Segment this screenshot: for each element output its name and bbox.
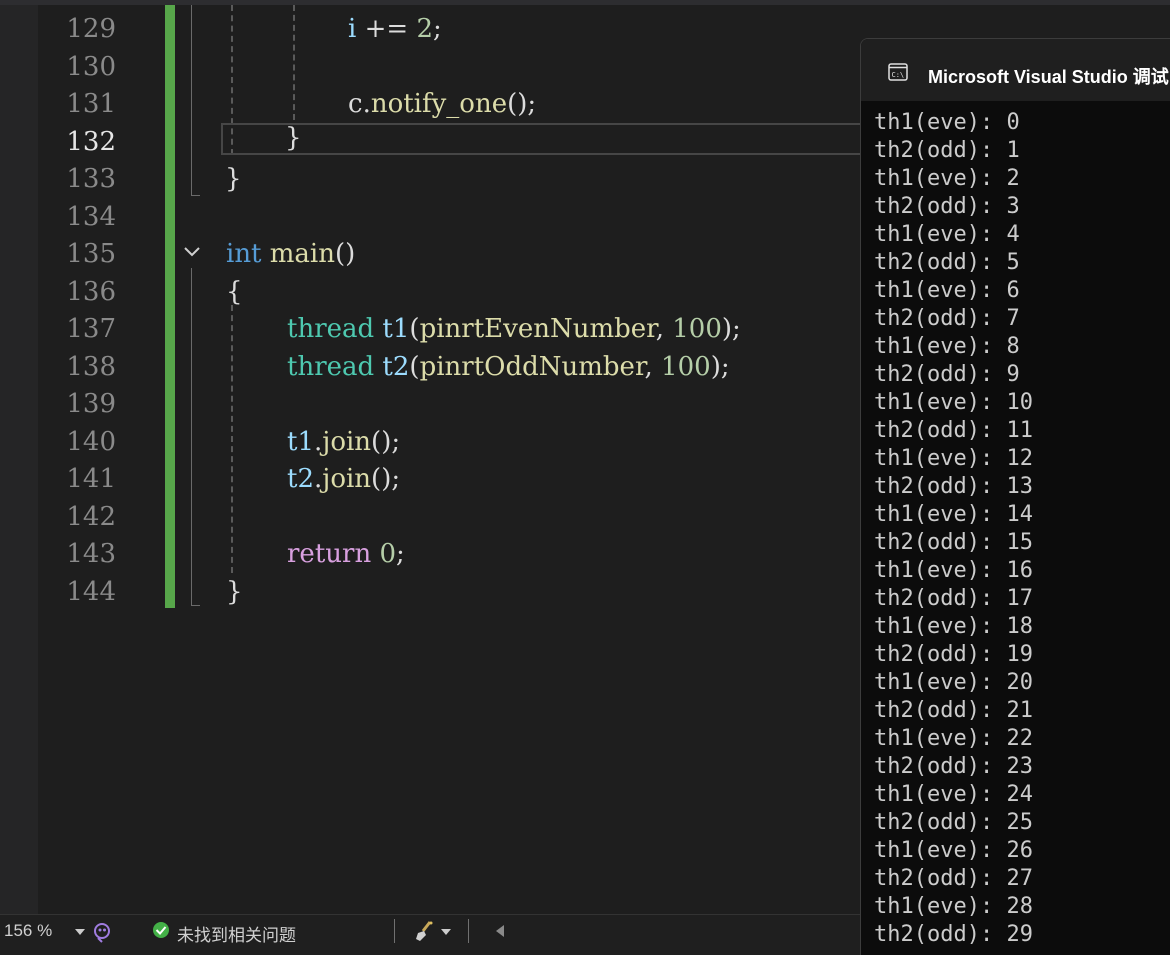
code-editor[interactable]: 129 130 131 132 133 134 135 136 137 138 … xyxy=(38,5,860,914)
console-output-line: th1(eve): 6 xyxy=(874,278,1020,303)
code-line-140: t1.join(); xyxy=(287,427,401,457)
line-number: 131 xyxy=(66,89,116,119)
svg-text:C:\: C:\ xyxy=(892,71,905,79)
console-output-line: th2(odd): 3 xyxy=(874,194,1020,219)
console-output-line: th1(eve): 12 xyxy=(874,446,1033,471)
scope-bracket xyxy=(191,5,200,196)
copilot-icon[interactable] xyxy=(93,921,111,943)
console-output-line: th2(odd): 23 xyxy=(874,754,1033,779)
code-line-132: } xyxy=(285,123,302,153)
console-output-line: th1(eve): 26 xyxy=(874,838,1033,863)
line-number: 133 xyxy=(66,164,116,194)
zoom-level[interactable]: 156 % xyxy=(4,921,52,941)
line-number: 140 xyxy=(66,427,116,457)
brush-dropdown-chevron-down-icon[interactable] xyxy=(440,927,452,937)
scope-bracket xyxy=(191,268,200,606)
indent-guide xyxy=(293,5,295,120)
console-output-line: th1(eve): 10 xyxy=(874,390,1033,415)
console-output-line: th2(odd): 1 xyxy=(874,138,1020,163)
line-number: 139 xyxy=(66,389,116,419)
line-number: 144 xyxy=(66,577,116,607)
line-number: 135 xyxy=(66,239,116,269)
console-output-line: th2(odd): 9 xyxy=(874,362,1020,387)
code-line-129: i += 2; xyxy=(348,14,442,44)
console-output-line: th1(eve): 16 xyxy=(874,558,1033,583)
line-number: 142 xyxy=(66,502,116,532)
console-output-line: th2(odd): 13 xyxy=(874,474,1033,499)
code-line-138: thread t2(pinrtOddNumber, 100); xyxy=(287,352,730,382)
chevron-down-icon[interactable] xyxy=(183,243,201,261)
line-number: 138 xyxy=(66,352,116,382)
console-output-line: th1(eve): 20 xyxy=(874,670,1033,695)
line-number: 129 xyxy=(66,14,116,44)
left-margin-strip xyxy=(0,5,38,914)
console-output-line: th1(eve): 8 xyxy=(874,334,1020,359)
zoom-dropdown-chevron-down-icon[interactable] xyxy=(74,927,86,937)
console-output-line: th1(eve): 24 xyxy=(874,782,1033,807)
line-number-current: 132 xyxy=(66,127,116,157)
line-number: 134 xyxy=(66,202,116,232)
current-line-highlight xyxy=(221,123,860,155)
console-output-line: th2(odd): 15 xyxy=(874,530,1033,555)
line-number: 137 xyxy=(66,314,116,344)
line-number: 130 xyxy=(66,52,116,82)
console-output-line: th2(odd): 5 xyxy=(874,250,1020,275)
line-number: 143 xyxy=(66,539,116,569)
code-line-137: thread t1(pinrtEvenNumber, 100); xyxy=(287,314,741,344)
arrow-left-icon[interactable] xyxy=(494,924,506,938)
console-app-icon: C:\ xyxy=(888,63,908,81)
status-divider xyxy=(394,919,395,943)
console-output-line: th2(odd): 19 xyxy=(874,642,1033,667)
code-line-143: return 0; xyxy=(287,539,405,569)
console-output-line: th1(eve): 18 xyxy=(874,614,1033,639)
issues-status[interactable]: 未找到相关问题 xyxy=(177,921,296,946)
editor-status-bar: 156 % 未找到相关问题 xyxy=(0,914,860,955)
console-output-line: th1(eve): 28 xyxy=(874,894,1033,919)
console-output-line: th2(odd): 11 xyxy=(874,418,1033,443)
console-titlebar[interactable]: C:\ Microsoft Visual Studio 调试 xyxy=(861,39,1170,101)
console-output-line: th1(eve): 4 xyxy=(874,222,1020,247)
console-output-line: th2(odd): 7 xyxy=(874,306,1020,331)
status-divider xyxy=(468,919,469,943)
brush-icon[interactable] xyxy=(414,919,436,943)
indent-guide xyxy=(231,305,233,573)
code-line-144: } xyxy=(226,577,243,607)
code-line-141: t2.join(); xyxy=(287,464,401,494)
code-line-135: int main() xyxy=(226,239,356,269)
console-output-line: th1(eve): 0 xyxy=(874,110,1020,135)
console-output-line: th2(odd): 29 xyxy=(874,922,1033,947)
debug-console-window[interactable]: C:\ Microsoft Visual Studio 调试 th1(eve):… xyxy=(860,38,1170,955)
code-line-136: { xyxy=(226,277,243,307)
check-circle-icon xyxy=(153,922,169,938)
console-output-line: th2(odd): 25 xyxy=(874,810,1033,835)
console-output-line: th1(eve): 14 xyxy=(874,502,1033,527)
console-output-line: th2(odd): 17 xyxy=(874,586,1033,611)
code-line-133: } xyxy=(225,164,242,194)
console-output-line: th1(eve): 2 xyxy=(874,166,1020,191)
console-title: Microsoft Visual Studio 调试 xyxy=(928,67,1169,87)
console-output-line: th2(odd): 21 xyxy=(874,698,1033,723)
code-line-131: c.notify_one(); xyxy=(348,89,537,119)
line-number: 136 xyxy=(66,277,116,307)
console-output-line: th1(eve): 22 xyxy=(874,726,1033,751)
change-tracking-bar xyxy=(165,5,175,608)
line-number: 141 xyxy=(66,464,116,494)
console-output-line: th2(odd): 27 xyxy=(874,866,1033,891)
